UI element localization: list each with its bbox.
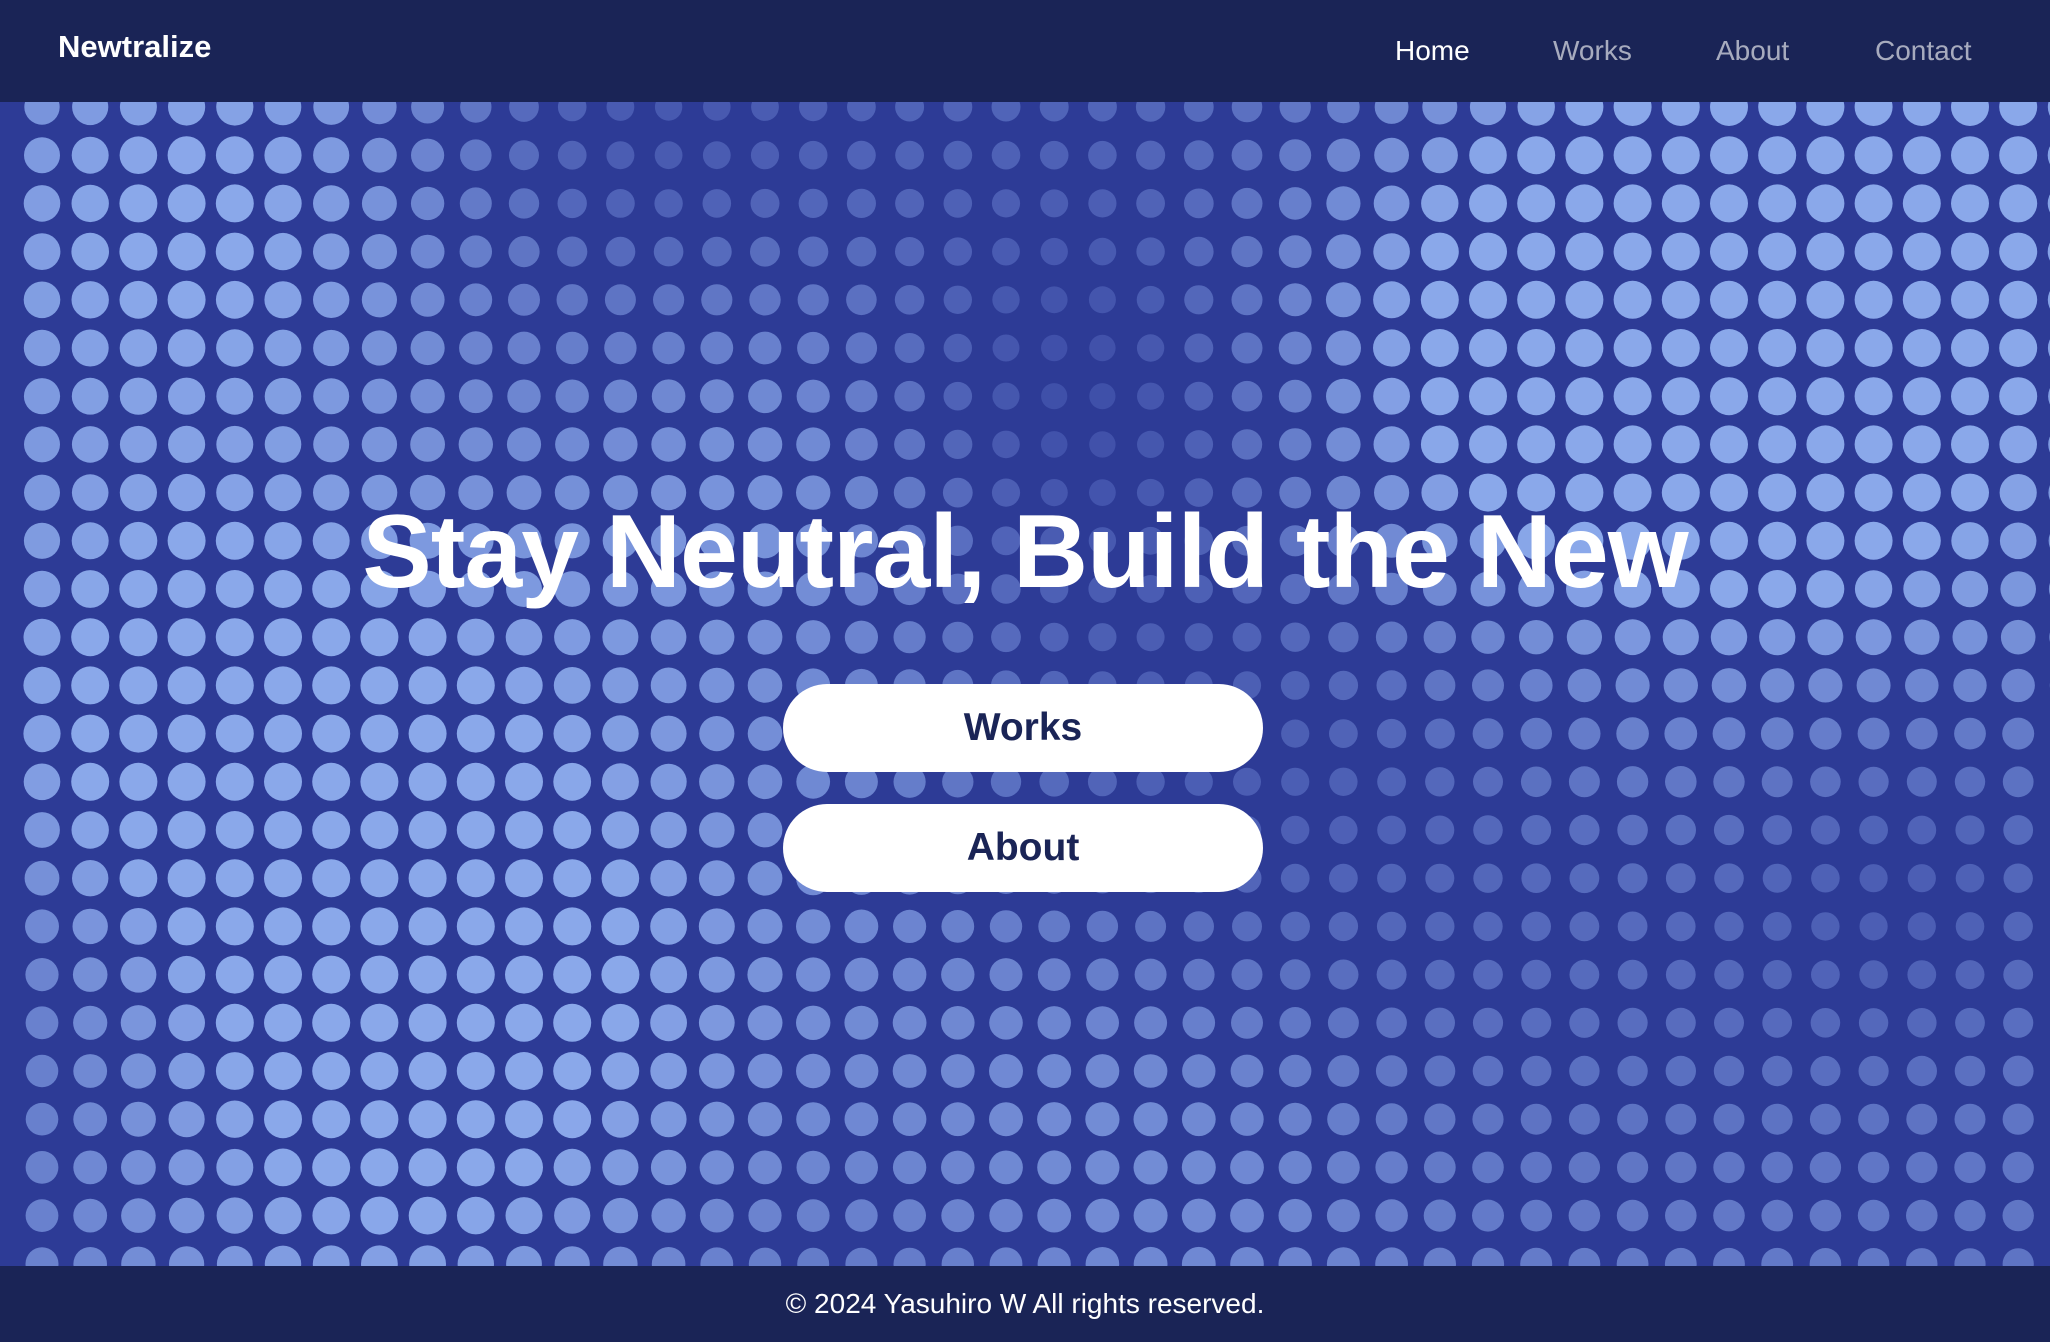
top-navbar: Newtralize Home Works About Contact (0, 0, 2050, 102)
copyright-text: © 2024 Yasuhiro W All rights reserved. (785, 1288, 1265, 1319)
nav-link-works[interactable]: Works (1553, 33, 1632, 69)
nav-link-home[interactable]: Home (1395, 33, 1470, 69)
brand-logo[interactable]: Newtralize (58, 28, 211, 66)
page-footer: © 2024 Yasuhiro W All rights reserved. (0, 1266, 2050, 1342)
hero-section: Stay Neutral, Build the New Works About (0, 102, 2050, 1266)
works-button[interactable]: Works (783, 684, 1263, 772)
nav-link-about[interactable]: About (1716, 33, 1789, 69)
about-button[interactable]: About (783, 804, 1263, 892)
hero-headline: Stay Neutral, Build the New (362, 494, 1688, 610)
nav-link-contact[interactable]: Contact (1875, 33, 1972, 69)
